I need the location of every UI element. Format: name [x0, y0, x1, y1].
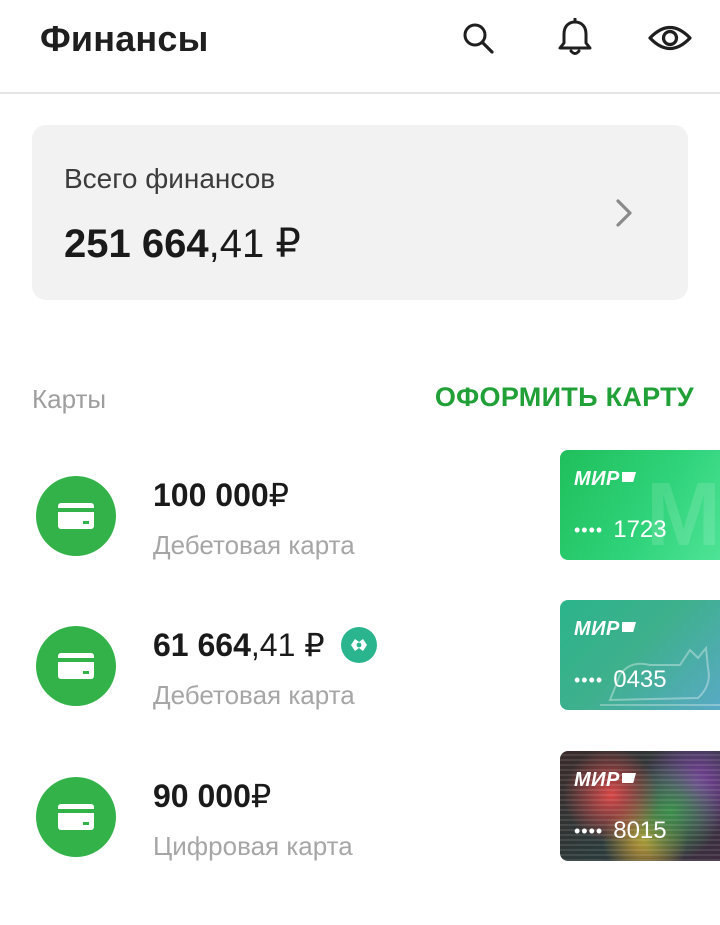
card-balance-fraction: ₽ — [250, 778, 272, 814]
card-number-masked: •••• 0435 — [574, 666, 667, 694]
card-last-digits: 1723 — [613, 516, 667, 543]
search-icon — [463, 23, 494, 54]
card-type-label: Дебетовая карта — [153, 530, 355, 560]
card-thumbnail: M МИР •••• 1723 — [560, 450, 720, 560]
card-type-label: Цифровая карта — [153, 831, 353, 861]
eye-icon — [648, 25, 692, 51]
mir-logo: МИР — [574, 468, 620, 490]
card-balance: 61 664,41 ₽ — [153, 626, 377, 664]
cards-section-title: Карты — [32, 384, 107, 414]
top-app-bar: Финансы — [0, 0, 720, 94]
order-card-button[interactable]: ОФОРМИТЬ КАРТУ — [435, 382, 694, 413]
card-last-digits: 0435 — [613, 666, 667, 693]
bell-icon — [558, 18, 592, 55]
total-finances-label: Всего финансов — [64, 163, 276, 194]
credit-card-icon — [58, 804, 94, 830]
total-finances-amount: 251 664,41 ₽ — [64, 221, 301, 267]
card-mask-dots: •••• — [574, 669, 604, 690]
card-balance: 90 000 ₽ — [153, 777, 271, 815]
page-title: Финансы — [40, 18, 209, 59]
card-balance-fraction: ₽ — [268, 477, 290, 513]
total-amount-integer: 251 664 — [64, 222, 209, 266]
card-icon-circle — [36, 476, 116, 556]
card-row[interactable]: 100 000 ₽ Дебетовая карта M МИР •••• 1723 — [0, 450, 720, 580]
card-balance-integer: 100 000 — [153, 476, 269, 513]
card-number-masked: •••• 1723 — [574, 516, 667, 544]
card-icon-circle — [36, 626, 116, 706]
hide-balance-button[interactable] — [648, 16, 692, 60]
mir-logo: МИР — [574, 769, 620, 791]
card-mask-dots: •••• — [574, 820, 604, 841]
card-balance-fraction: ,41 ₽ — [250, 627, 325, 663]
card-row[interactable]: 90 000 ₽ Цифровая карта МИР •••• 8015 — [0, 751, 720, 881]
mir-logo: МИР — [574, 618, 620, 640]
loyalty-badge-icon — [340, 627, 377, 663]
total-amount-fraction: ,41 ₽ — [208, 222, 301, 266]
mir-mark-icon — [622, 773, 636, 783]
card-mask-dots: •••• — [574, 519, 604, 540]
card-balance-integer: 90 000 — [153, 777, 251, 814]
card-thumbnail: МИР •••• 0435 — [560, 600, 720, 710]
card-row[interactable]: 61 664,41 ₽ Дебетовая карта МИР •••• 0435 — [0, 600, 720, 730]
card-balance-integer: 61 664 — [153, 626, 251, 663]
card-balance: 100 000 ₽ — [153, 476, 289, 514]
card-number-masked: •••• 8015 — [574, 817, 667, 845]
chevron-right-icon — [616, 199, 632, 227]
notifications-button[interactable] — [553, 16, 597, 60]
mir-watermark-icon: M — [646, 465, 720, 560]
credit-card-icon — [58, 653, 94, 679]
search-button[interactable] — [456, 16, 500, 60]
card-icon-circle — [36, 777, 116, 857]
credit-card-icon — [58, 503, 94, 529]
mir-mark-icon — [622, 472, 636, 482]
card-last-digits: 8015 — [613, 817, 667, 844]
card-type-label: Дебетовая карта — [153, 680, 355, 710]
card-thumbnail: МИР •••• 8015 — [560, 751, 720, 861]
total-finances-card[interactable]: Всего финансов 251 664,41 ₽ — [32, 125, 688, 300]
